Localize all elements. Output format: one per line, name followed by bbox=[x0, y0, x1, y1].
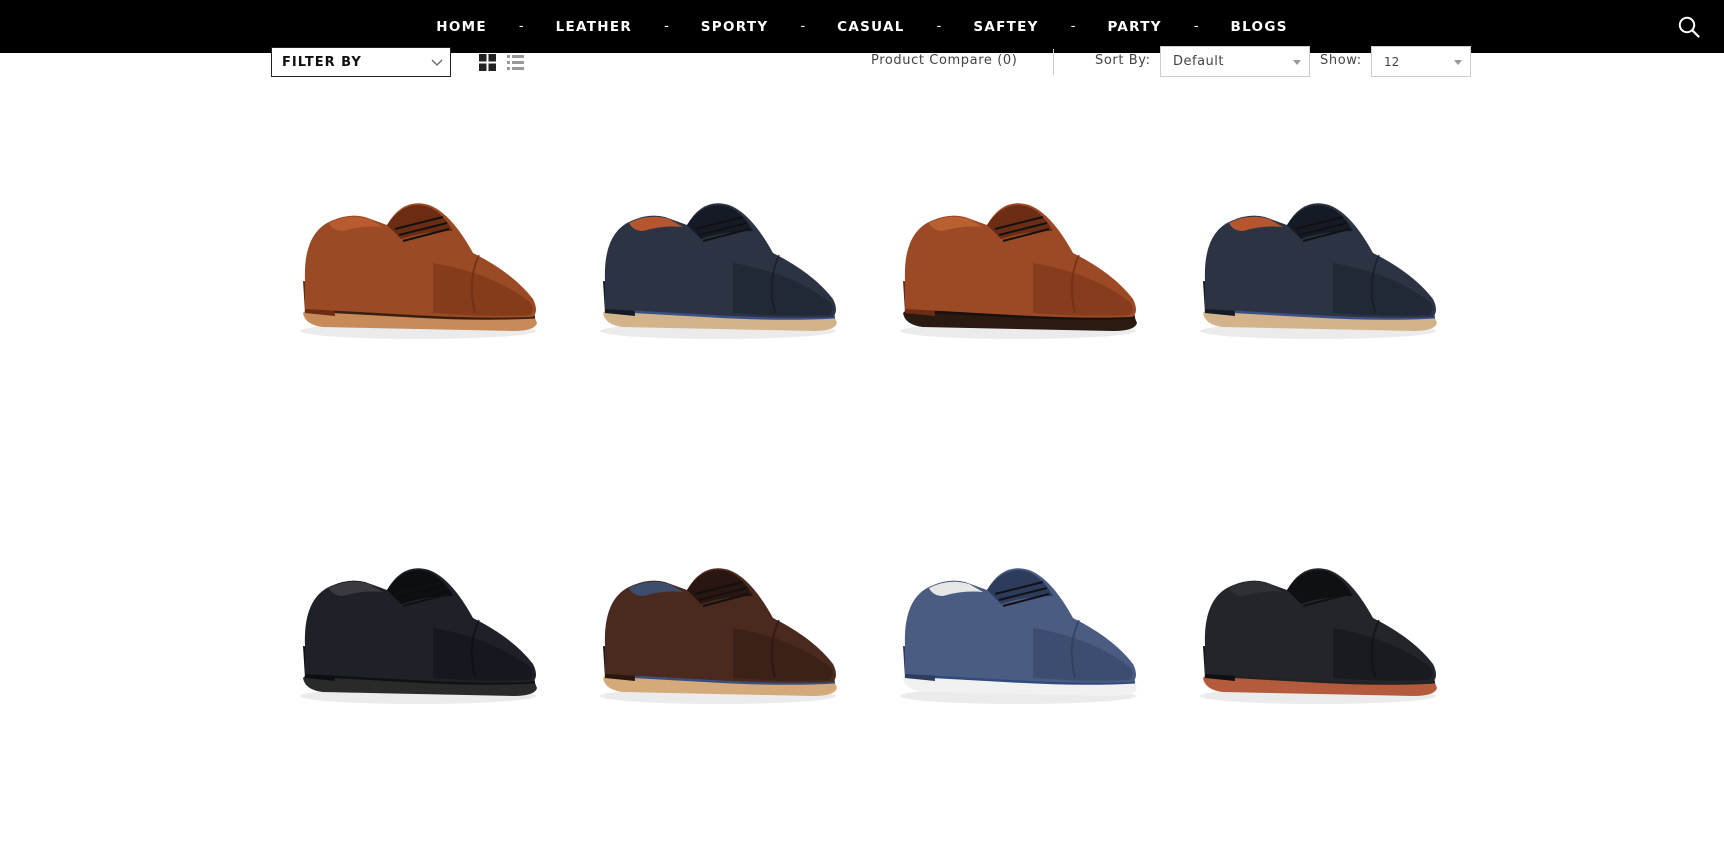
product-card[interactable] bbox=[583, 113, 853, 413]
nav-item-leather[interactable]: LEATHER bbox=[556, 19, 632, 35]
shoe-image bbox=[583, 113, 853, 413]
product-card[interactable] bbox=[883, 113, 1153, 413]
product-card[interactable] bbox=[1183, 113, 1453, 413]
product-card[interactable] bbox=[1183, 478, 1453, 778]
nav-separator: - bbox=[664, 19, 669, 34]
product-card[interactable] bbox=[283, 113, 553, 413]
nav-item-casual[interactable]: CASUAL bbox=[837, 19, 904, 35]
filter-by-label: FILTER BY bbox=[282, 55, 362, 70]
shoe-image bbox=[1183, 113, 1453, 413]
product-card-partial bbox=[1183, 843, 1453, 863]
sort-by-label: Sort By: bbox=[1095, 53, 1151, 68]
show-count-value: 12 bbox=[1384, 55, 1400, 69]
shoe-image bbox=[283, 113, 553, 413]
nav-separator: - bbox=[936, 19, 942, 34]
nav-separator: - bbox=[800, 19, 806, 34]
search-icon[interactable] bbox=[1678, 16, 1700, 38]
shoe-image bbox=[883, 478, 1153, 778]
shoe-image bbox=[1183, 478, 1453, 778]
filter-by-dropdown[interactable]: FILTER BY bbox=[271, 47, 451, 77]
show-count-dropdown[interactable]: 12 bbox=[1371, 46, 1471, 77]
product-card[interactable] bbox=[583, 478, 853, 778]
nav-separator: - bbox=[1193, 19, 1199, 34]
nav-item-party[interactable]: PARTY bbox=[1107, 19, 1161, 35]
product-compare-link[interactable]: Product Compare (0) bbox=[871, 53, 1017, 68]
caret-down-icon bbox=[1293, 60, 1301, 65]
sort-by-dropdown[interactable]: Default bbox=[1160, 46, 1310, 77]
nav-item-blogs[interactable]: BLOGS bbox=[1231, 19, 1288, 35]
nav-item-sporty[interactable]: SPORTY bbox=[701, 19, 769, 35]
nav-item-saftey[interactable]: SAFTEY bbox=[973, 19, 1038, 35]
nav-separator: - bbox=[1070, 19, 1076, 34]
nav-separator: - bbox=[518, 19, 524, 34]
list-view-icon[interactable] bbox=[507, 54, 524, 71]
show-label: Show: bbox=[1320, 53, 1362, 68]
shoe-image bbox=[883, 113, 1153, 413]
shoe-image bbox=[583, 478, 853, 778]
product-card[interactable] bbox=[283, 478, 553, 778]
chevron-down-icon bbox=[431, 59, 443, 66]
nav-item-home[interactable]: HOME bbox=[436, 19, 487, 35]
product-card[interactable] bbox=[883, 478, 1153, 778]
caret-down-icon bbox=[1454, 60, 1462, 65]
toolbar-divider bbox=[1053, 49, 1054, 75]
sort-by-value: Default bbox=[1173, 54, 1224, 69]
shoe-image bbox=[283, 478, 553, 778]
grid-view-icon[interactable] bbox=[479, 54, 496, 71]
